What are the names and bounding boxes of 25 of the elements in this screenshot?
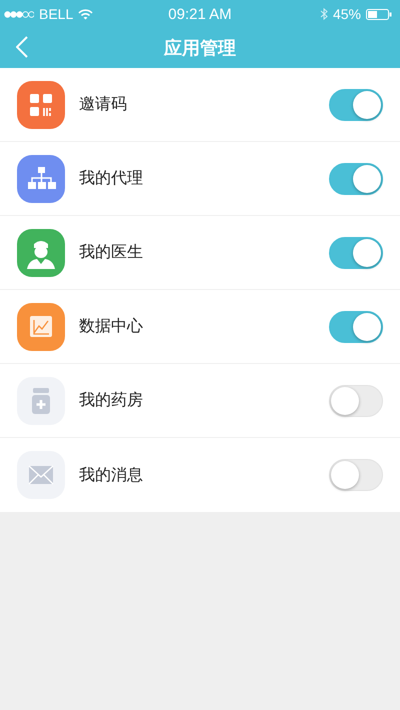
toggle-switch[interactable]: [329, 162, 383, 194]
toggle-switch[interactable]: [329, 236, 383, 268]
battery-percent: 45%: [332, 6, 361, 22]
wifi-icon: [78, 8, 94, 20]
app-name: 邀请码: [79, 94, 128, 115]
clock-time: 09:21 AM: [168, 6, 232, 22]
hierarchy-icon: [17, 154, 65, 202]
toggle-switch[interactable]: [329, 310, 383, 342]
doctor-icon: [17, 228, 65, 276]
app-name: 我的药房: [79, 390, 144, 411]
signal-icon: [4, 10, 34, 18]
carrier-name: BELL: [39, 6, 74, 22]
medicine-bottle-icon: [17, 376, 65, 424]
app-name: 我的代理: [79, 168, 144, 189]
toggle-switch[interactable]: [329, 88, 383, 120]
page-title: 应用管理: [164, 37, 236, 60]
battery-icon: [366, 8, 392, 20]
back-icon[interactable]: [14, 34, 30, 60]
envelope-icon: [17, 451, 65, 499]
bluetooth-icon: [320, 8, 328, 20]
grid-icon: [17, 80, 65, 128]
chart-icon: [17, 302, 65, 350]
app-name: 数据中心: [79, 316, 144, 337]
app-name: 我的医生: [79, 242, 144, 263]
app-name: 我的消息: [79, 464, 144, 486]
